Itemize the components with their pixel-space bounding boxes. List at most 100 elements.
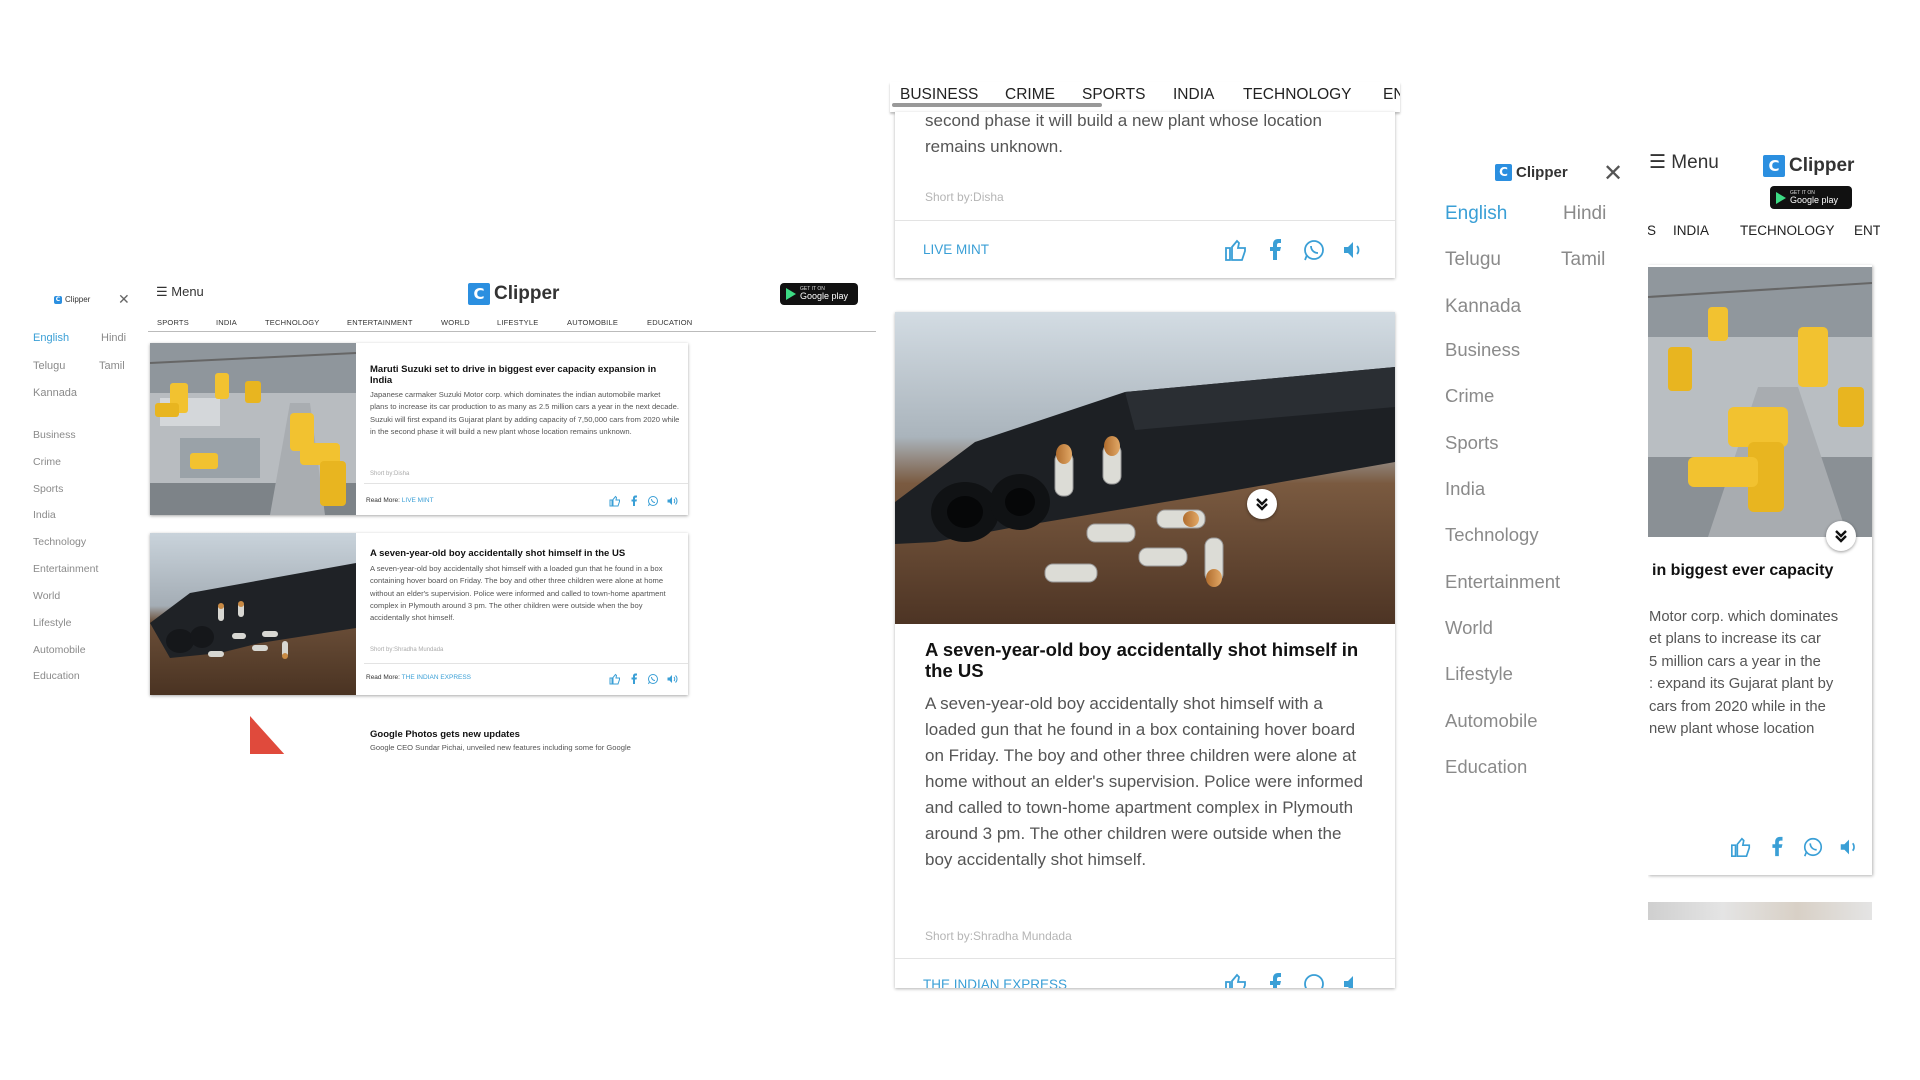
lang-telugu[interactable]: Telugu xyxy=(1445,249,1501,271)
close-icon[interactable]: ✕ xyxy=(118,291,130,308)
drawer-item-technology[interactable]: Technology xyxy=(1445,524,1539,546)
drawer-item-crime[interactable]: Crime xyxy=(33,456,61,468)
thumbs-up-icon[interactable] xyxy=(1730,836,1752,863)
chevron-double-down-icon[interactable] xyxy=(1826,521,1856,551)
nav-education[interactable]: EDUCATION xyxy=(647,318,692,327)
partial-news-card: in biggest ever capacity xyxy=(1648,265,1873,875)
thumbs-up-icon[interactable] xyxy=(1224,972,1248,988)
nav-technology[interactable]: TECHNOLOGY xyxy=(1740,223,1835,238)
drawer-logo[interactable]: C Clipper xyxy=(1495,164,1568,181)
drawer-item-business[interactable]: Business xyxy=(33,429,76,441)
badge-big-text: Google play xyxy=(1790,194,1839,205)
lang-hindi[interactable]: Hindi xyxy=(101,332,126,344)
drawer-logo[interactable]: C Clipper xyxy=(54,295,90,304)
logo-mark: C xyxy=(468,283,490,305)
nav-world[interactable]: WORLD xyxy=(441,318,470,327)
news-card-maruti: Maruti Suzuki set to drive in biggest ev… xyxy=(149,343,688,515)
drawer-item-world[interactable]: World xyxy=(1445,617,1493,639)
drawer-item-crime[interactable]: Crime xyxy=(1445,385,1494,407)
lang-english[interactable]: English xyxy=(33,332,69,344)
lang-english[interactable]: English xyxy=(1445,203,1507,225)
drawer-item-world[interactable]: World xyxy=(33,590,60,602)
nav-entertainment[interactable]: ENTERTAINMENT xyxy=(347,318,413,327)
nav-technology[interactable]: TECHNOLOGY xyxy=(265,318,320,327)
close-icon[interactable]: ✕ xyxy=(1603,159,1623,188)
drawer-item-sports[interactable]: Sports xyxy=(1445,432,1498,454)
speaker-icon[interactable] xyxy=(1341,972,1365,988)
whatsapp-icon[interactable] xyxy=(1802,836,1824,863)
menu-button[interactable]: ☰ Menu xyxy=(1649,151,1719,174)
article-title[interactable]: in biggest ever capacity xyxy=(1652,562,1833,580)
logo-mark: C xyxy=(1495,164,1512,181)
facebook-icon[interactable] xyxy=(627,494,640,507)
lang-kannada[interactable]: Kannada xyxy=(1445,296,1521,318)
drawer-item-entertainment[interactable]: Entertainment xyxy=(33,563,98,575)
thumbs-up-icon[interactable] xyxy=(1224,238,1248,262)
source-link[interactable]: LIVE MINT xyxy=(923,242,989,257)
nav-crime[interactable]: CRIME xyxy=(1005,86,1055,104)
drawer-item-business[interactable]: Business xyxy=(1445,339,1520,361)
google-play-badge[interactable]: GET IT ON Google play xyxy=(780,283,858,305)
drawer-item-education[interactable]: Education xyxy=(33,670,80,682)
drawer-item-sports[interactable]: Sports xyxy=(33,483,63,495)
chevron-double-down-icon[interactable] xyxy=(1247,489,1277,519)
source-link[interactable]: THE INDIAN EXPRESS xyxy=(923,977,1067,988)
speaker-icon[interactable] xyxy=(1838,836,1860,863)
nav-ent[interactable]: ENT xyxy=(1854,223,1880,238)
source-link[interactable]: LIVE MINT xyxy=(402,497,434,504)
drawer-item-india[interactable]: India xyxy=(33,509,56,521)
lang-tamil[interactable]: Tamil xyxy=(99,360,125,372)
header-logo[interactable]: C Clipper xyxy=(468,283,559,305)
drawer-item-india[interactable]: India xyxy=(1445,478,1485,500)
facebook-icon[interactable] xyxy=(627,672,640,685)
nav-technology[interactable]: TECHNOLOGY xyxy=(1243,86,1352,104)
read-more: Read More: LIVE MINT xyxy=(366,497,434,504)
source-link[interactable]: THE INDIAN EXPRESS xyxy=(402,674,471,681)
mobile-card-gun: A seven-year-old boy accidentally shot h… xyxy=(895,312,1395,988)
drawer-item-automobile[interactable]: Automobile xyxy=(33,644,86,656)
whatsapp-icon[interactable] xyxy=(646,494,659,507)
lang-kannada[interactable]: Kannada xyxy=(33,387,77,399)
drawer-item-education[interactable]: Education xyxy=(1445,756,1527,778)
article-title[interactable]: A seven-year-old boy accidentally shot h… xyxy=(370,548,670,560)
lang-hindi[interactable]: Hindi xyxy=(1563,203,1606,225)
nav-india[interactable]: INDIA xyxy=(1673,223,1709,238)
article-title[interactable]: Maruti Suzuki set to drive in biggest ev… xyxy=(370,364,670,387)
nav-sports-partial[interactable]: S xyxy=(1648,223,1656,238)
whatsapp-icon[interactable] xyxy=(1302,238,1326,262)
speaker-icon[interactable] xyxy=(665,672,678,685)
facebook-icon[interactable] xyxy=(1263,972,1287,988)
nav-sports[interactable]: SPORTS xyxy=(157,318,189,327)
share-icons xyxy=(608,494,678,507)
facebook-icon[interactable] xyxy=(1766,836,1788,863)
facebook-icon[interactable] xyxy=(1263,238,1287,262)
whatsapp-icon[interactable] xyxy=(646,672,659,685)
header-logo[interactable]: C Clipper xyxy=(1763,155,1854,177)
thumbs-up-icon[interactable] xyxy=(608,494,621,507)
thumbs-up-icon[interactable] xyxy=(608,672,621,685)
whatsapp-icon[interactable] xyxy=(1302,972,1326,988)
nav-scrollbar[interactable] xyxy=(892,103,1102,107)
short-by: Short by:Shradha Mundada xyxy=(925,929,1072,943)
nav-india[interactable]: INDIA xyxy=(216,318,237,327)
drawer-item-entertainment[interactable]: Entertainment xyxy=(1445,571,1560,593)
drawer-item-automobile[interactable]: Automobile xyxy=(1445,710,1538,732)
speaker-icon[interactable] xyxy=(1341,238,1365,262)
google-play-badge[interactable]: GET IT ON Google play xyxy=(1770,186,1852,209)
nav-ent[interactable]: ENT xyxy=(1383,86,1400,104)
drawer-item-lifestyle[interactable]: Lifestyle xyxy=(1445,663,1513,685)
lang-tamil[interactable]: Tamil xyxy=(1561,249,1605,271)
menu-button[interactable]: ☰ Menu xyxy=(156,284,204,300)
drawer-item-lifestyle[interactable]: Lifestyle xyxy=(33,617,72,629)
nav-business[interactable]: BUSINESS xyxy=(900,86,978,104)
nav-automobile[interactable]: AUTOMOBILE xyxy=(567,318,618,327)
lang-telugu[interactable]: Telugu xyxy=(33,360,65,372)
article-title[interactable]: A seven-year-old boy accidentally shot h… xyxy=(925,639,1365,682)
article-title[interactable]: Google Photos gets new updates xyxy=(370,729,520,740)
logo-mark: C xyxy=(1763,155,1785,177)
nav-sports[interactable]: SPORTS xyxy=(1082,86,1145,104)
speaker-icon[interactable] xyxy=(665,494,678,507)
nav-lifestyle[interactable]: LIFESTYLE xyxy=(497,318,538,327)
nav-india[interactable]: INDIA xyxy=(1173,86,1214,104)
drawer-item-technology[interactable]: Technology xyxy=(33,536,86,548)
